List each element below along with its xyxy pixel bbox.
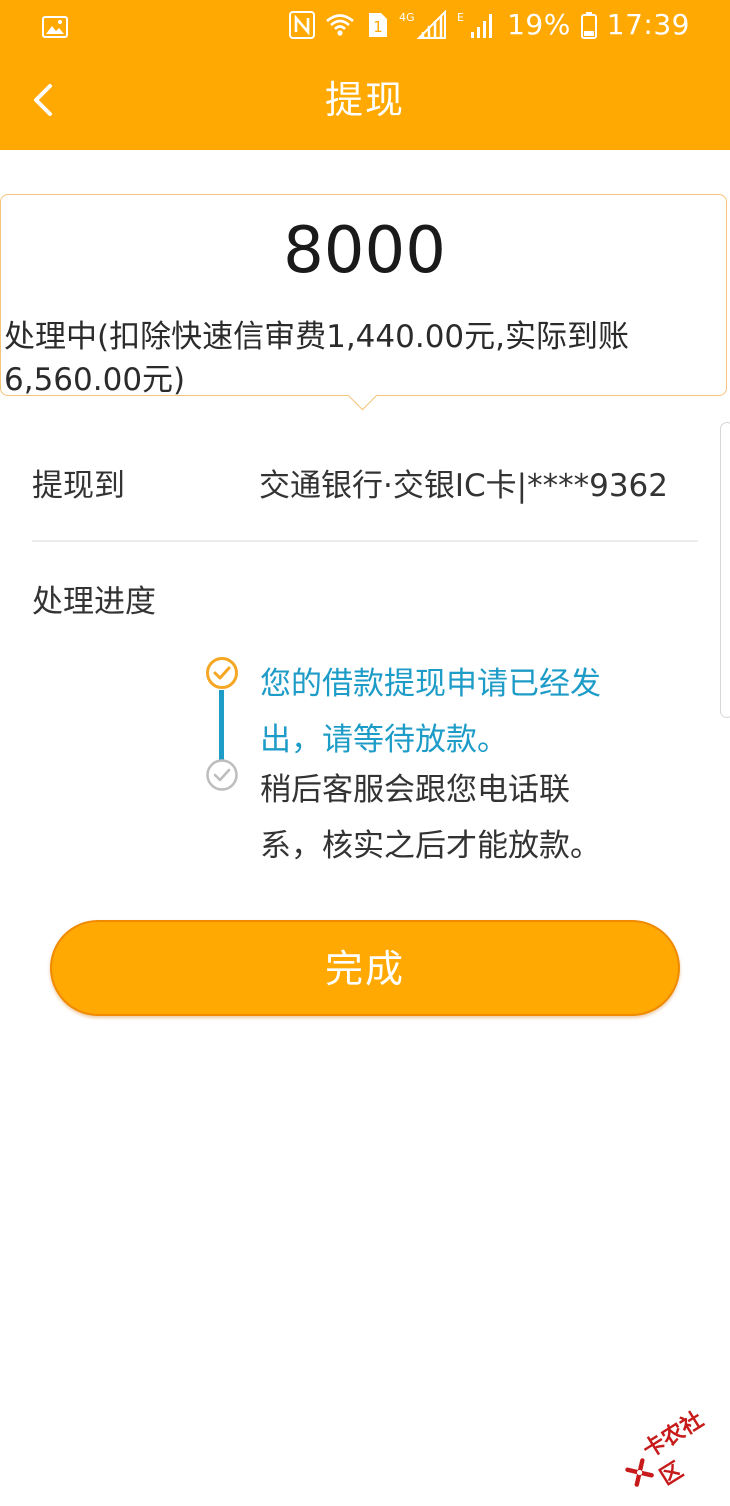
check-circle-icon	[205, 656, 239, 690]
progress-step-1: 您的借款提现申请已经发 出，请等待放款。	[260, 656, 680, 768]
clock: 17:39	[606, 8, 690, 41]
progress-step-1-line-1: 您的借款提现申请已经发	[260, 666, 601, 702]
bank-card-value: 交通银行·交银IC卡|****9362	[259, 468, 668, 504]
done-button[interactable]: 完成	[50, 920, 680, 1016]
withdraw-to-label: 提现到	[32, 468, 125, 504]
sim-badge: 1	[365, 12, 389, 38]
sim-badge-number: 1	[373, 18, 383, 36]
network-type-label: 4G	[399, 11, 415, 24]
page-title: 提现	[324, 78, 405, 122]
battery-icon	[580, 11, 597, 39]
withdraw-amount: 8000	[283, 214, 446, 288]
progress-step-1-line-2: 出，请等待放款。	[260, 722, 508, 758]
wifi-icon	[325, 12, 355, 38]
progress-label: 处理进度	[32, 584, 156, 620]
gallery-icon	[42, 12, 68, 38]
signal-icon: E	[457, 10, 497, 40]
app-header: 1 4G E 19% 17:39 提现	[0, 0, 730, 150]
battery-percent: 19%	[507, 8, 571, 41]
nav-bar: 提现	[0, 50, 730, 150]
status-bar: 1 4G E 19% 17:39	[0, 0, 730, 50]
mobile-data-label: E	[457, 11, 464, 24]
status-icons: 1 4G E 19% 17:39	[289, 6, 690, 44]
network-4g-signal-icon: 4G	[399, 10, 447, 40]
watermark: 卡农社区	[618, 1404, 730, 1498]
withdraw-destination-row: 提现到 交通银行·交银IC卡|****9362	[32, 456, 698, 516]
progress-timeline: 您的借款提现申请已经发 出，请等待放款。 稍后客服会跟您电话联 系，核实之后才能…	[0, 640, 730, 880]
timeline-connector	[219, 690, 224, 762]
progress-step-2-line-2: 系，核实之后才能放款。	[260, 828, 601, 864]
progress-step-2-line-1: 稍后客服会跟您电话联	[260, 772, 570, 808]
nfc-icon	[289, 11, 316, 39]
divider	[32, 540, 698, 542]
progress-step-2: 稍后客服会跟您电话联 系，核实之后才能放款。	[260, 762, 680, 874]
check-circle-icon	[205, 758, 239, 792]
processing-status-text: 处理中(扣除快速信审费1,440.00元,实际到账6,560.00元)	[4, 319, 629, 398]
